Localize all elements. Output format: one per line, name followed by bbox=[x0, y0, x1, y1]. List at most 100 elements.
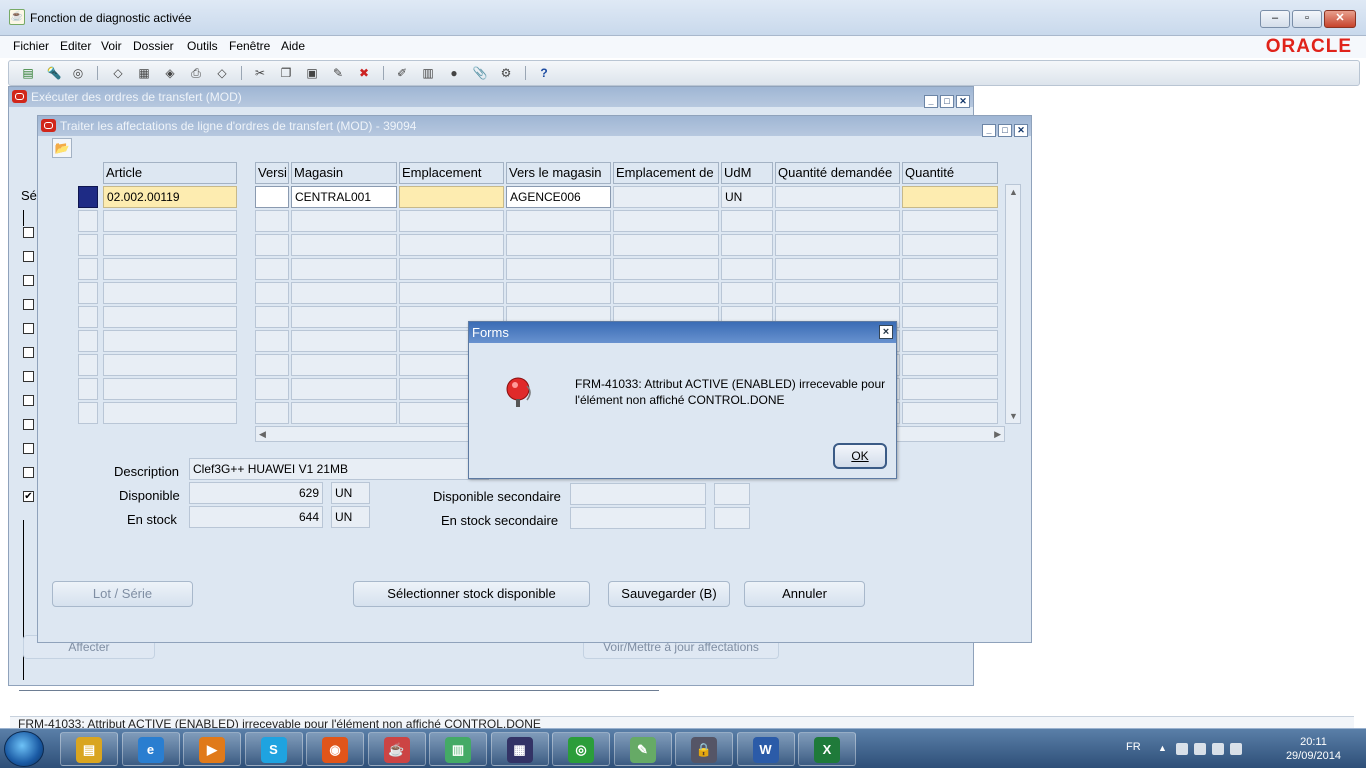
scroll-left-icon[interactable]: ◀ bbox=[259, 429, 266, 440]
cell-version[interactable] bbox=[255, 210, 289, 232]
cell-quantite[interactable] bbox=[902, 282, 998, 304]
scroll-up-icon[interactable]: ▲ bbox=[1009, 187, 1018, 197]
cell-magasin[interactable] bbox=[291, 258, 397, 280]
find-icon[interactable]: 🔦 bbox=[45, 65, 63, 81]
cell-quantite[interactable] bbox=[902, 234, 998, 256]
cell-vers-magasin[interactable] bbox=[506, 210, 611, 232]
translations-icon[interactable]: ● bbox=[445, 65, 463, 81]
cell-vers-magasin[interactable] bbox=[506, 234, 611, 256]
taskbar-app-button[interactable]: ◉ bbox=[306, 732, 364, 766]
select-checkbox[interactable] bbox=[23, 371, 34, 382]
cell-udm[interactable] bbox=[721, 210, 773, 232]
cut-icon[interactable]: ✂ bbox=[251, 65, 269, 81]
row-indicator[interactable] bbox=[78, 210, 98, 232]
row-indicator[interactable] bbox=[78, 402, 98, 424]
cell-quantite[interactable] bbox=[902, 330, 998, 352]
cell-article[interactable] bbox=[103, 282, 237, 304]
taskbar-app-button[interactable]: X bbox=[798, 732, 856, 766]
cell-magasin[interactable] bbox=[291, 282, 397, 304]
cell-vers-magasin[interactable] bbox=[506, 258, 611, 280]
menu-fichier[interactable]: Fichier bbox=[13, 39, 49, 53]
cell-version[interactable] bbox=[255, 306, 289, 328]
cell-udm[interactable]: UN bbox=[721, 186, 773, 208]
minimize-button[interactable]: – bbox=[1260, 10, 1290, 28]
select-checkbox[interactable] bbox=[23, 275, 34, 286]
cell-udm[interactable] bbox=[721, 258, 773, 280]
close-form-icon[interactable]: ◇ bbox=[213, 65, 231, 81]
sauvegarder-button[interactable]: Sauvegarder (B) bbox=[608, 581, 730, 607]
taskbar-app-button[interactable]: 🔒 bbox=[675, 732, 733, 766]
cell-version[interactable] bbox=[255, 402, 289, 424]
cell-emplacement[interactable] bbox=[399, 186, 504, 208]
cell-article[interactable] bbox=[103, 306, 237, 328]
cell-magasin[interactable] bbox=[291, 306, 397, 328]
select-checkbox[interactable] bbox=[23, 251, 34, 262]
taskbar-app-button[interactable]: ▦ bbox=[490, 732, 549, 766]
cell-quantite[interactable] bbox=[902, 258, 998, 280]
maximize-button[interactable]: ▫ bbox=[1292, 10, 1322, 28]
lot-serie-button[interactable]: Lot / Série bbox=[52, 581, 193, 607]
print-icon[interactable]: ⎙ bbox=[187, 65, 205, 81]
cell-emplacement[interactable] bbox=[399, 282, 504, 304]
save-icon[interactable]: ◇ bbox=[109, 65, 127, 81]
cell-article[interactable] bbox=[103, 378, 237, 400]
taskbar-app-button[interactable]: ▶ bbox=[183, 732, 241, 766]
cell-vers-magasin[interactable] bbox=[506, 282, 611, 304]
select-checkbox[interactable] bbox=[23, 323, 34, 334]
menu-aide[interactable]: Aide bbox=[281, 39, 305, 53]
cell-magasin[interactable] bbox=[291, 210, 397, 232]
taskbar-app-button[interactable]: ✎ bbox=[613, 732, 672, 766]
cell-version[interactable] bbox=[255, 354, 289, 376]
cell-emplacement[interactable] bbox=[399, 210, 504, 232]
cell-article[interactable] bbox=[103, 402, 237, 424]
cell-version[interactable] bbox=[255, 186, 289, 208]
folder-tools-icon[interactable]: ⚙ bbox=[497, 65, 515, 81]
col-header-emplacement[interactable]: Emplacement bbox=[399, 162, 504, 184]
row-indicator[interactable] bbox=[78, 234, 98, 256]
cell-udm[interactable] bbox=[721, 234, 773, 256]
cell-quantite[interactable] bbox=[902, 402, 998, 424]
row-indicator[interactable] bbox=[78, 282, 98, 304]
cell-emplacement-de[interactable] bbox=[613, 258, 719, 280]
row-indicator[interactable] bbox=[78, 186, 98, 208]
scroll-down-icon[interactable]: ▼ bbox=[1009, 411, 1018, 421]
select-checkbox[interactable] bbox=[23, 347, 34, 358]
cell-emplacement[interactable] bbox=[399, 258, 504, 280]
taskbar-app-button[interactable]: ◎ bbox=[552, 732, 610, 766]
cell-version[interactable] bbox=[255, 234, 289, 256]
row-indicator[interactable] bbox=[78, 306, 98, 328]
menu-voir[interactable]: Voir bbox=[101, 39, 122, 53]
cell-version[interactable] bbox=[255, 282, 289, 304]
action-center-icon[interactable] bbox=[1230, 743, 1242, 755]
cell-qte-demandee[interactable] bbox=[775, 234, 900, 256]
new-record-icon[interactable]: ▤ bbox=[19, 65, 37, 81]
cell-article[interactable]: 02.002.00119 bbox=[103, 186, 237, 208]
clock[interactable]: 20:11 29/09/2014 bbox=[1286, 735, 1341, 763]
show-hidden-icons-icon[interactable]: ▲ bbox=[1158, 743, 1170, 755]
cell-magasin[interactable] bbox=[291, 330, 397, 352]
menu-dossier[interactable]: Dossier bbox=[133, 39, 174, 53]
exec-minimize-button[interactable]: _ bbox=[924, 95, 938, 108]
scroll-right-icon[interactable]: ▶ bbox=[994, 429, 1001, 440]
row-indicator[interactable] bbox=[78, 330, 98, 352]
cell-emplacement-de[interactable] bbox=[613, 186, 719, 208]
cell-article[interactable] bbox=[103, 258, 237, 280]
folder-icon[interactable]: 📂 bbox=[52, 138, 72, 158]
attachments-icon[interactable]: 📎 bbox=[471, 65, 489, 81]
usb-icon[interactable] bbox=[1212, 743, 1224, 755]
cell-emplacement-de[interactable] bbox=[613, 282, 719, 304]
taskbar-app-button[interactable]: S bbox=[244, 732, 303, 766]
row-indicator[interactable] bbox=[78, 258, 98, 280]
col-header-emplacement-de[interactable]: Emplacement de bbox=[613, 162, 719, 184]
cell-article[interactable] bbox=[103, 354, 237, 376]
start-button[interactable] bbox=[4, 731, 44, 767]
close-button[interactable]: ✕ bbox=[1324, 10, 1356, 28]
clear-record-icon[interactable]: ✎ bbox=[329, 65, 347, 81]
cell-magasin[interactable] bbox=[291, 402, 397, 424]
vertical-scrollbar[interactable]: ▲ ▼ bbox=[1005, 184, 1021, 424]
cell-qte-demandee[interactable] bbox=[775, 186, 900, 208]
cell-article[interactable] bbox=[103, 210, 237, 232]
network-icon[interactable] bbox=[1194, 743, 1206, 755]
cell-version[interactable] bbox=[255, 378, 289, 400]
col-header-article[interactable]: Article bbox=[103, 162, 237, 184]
